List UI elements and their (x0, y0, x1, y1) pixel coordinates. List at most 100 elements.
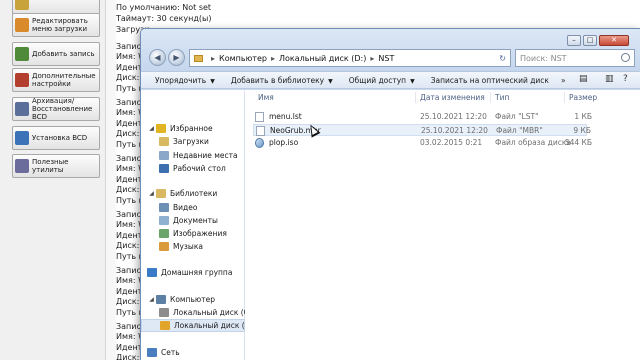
organize-menu[interactable]: Упорядочить ▼ (155, 76, 215, 85)
nav-item-network[interactable]: Сеть (141, 346, 245, 359)
side-button-add-entry[interactable]: Добавить запись (12, 42, 100, 66)
nav-item-music[interactable]: Музыка (141, 240, 245, 253)
homegroup-icon (147, 268, 157, 277)
side-button-useful-utilities[interactable]: Полезные утилиты (12, 154, 100, 178)
column-header-type[interactable]: Тип (495, 93, 509, 102)
drive-c-icon (159, 308, 169, 317)
side-button-install-bcd[interactable]: Установка BCD (12, 126, 100, 150)
column-divider[interactable] (415, 92, 416, 103)
file-type: Файл "MBR" (496, 126, 543, 135)
disc-image-icon (255, 138, 264, 148)
file-icon (256, 126, 265, 136)
close-button[interactable]: ✕ (599, 35, 629, 46)
column-header-size[interactable]: Размер (569, 93, 597, 102)
share-menu[interactable]: Общий доступ ▼ (349, 76, 415, 85)
nav-item-downloads-folder[interactable]: Загрузки (141, 135, 245, 148)
breadcrumb-drive-d[interactable]: Локальный диск (D:) (279, 54, 366, 63)
dropdown-arrow-icon: ▼ (328, 77, 333, 85)
help-icon[interactable]: ? (623, 74, 628, 84)
side-button-backup-bcd[interactable]: Архивация/Восстановление BCD (12, 97, 100, 121)
nav-item-pictures[interactable]: Изображения (141, 227, 245, 240)
nav-item-homegroup[interactable]: Домашняя группа (141, 266, 245, 279)
maximize-button[interactable]: □ (583, 35, 597, 46)
burn-disc-button[interactable]: Записать на оптический диск (431, 76, 549, 85)
info-text-line: Запис (116, 210, 141, 219)
view-options-icon[interactable]: ▤ (579, 74, 588, 84)
back-button[interactable]: ◀ (149, 49, 166, 66)
drive-d-icon (160, 321, 170, 330)
nav-item-drive-c[interactable]: Локальный диск (C (141, 306, 245, 319)
side-button-label: Дополнительные настройки (32, 72, 96, 88)
file-date: 03.02.2015 0:21 (420, 138, 483, 147)
search-placeholder: Поиск: NST (520, 53, 567, 63)
nav-item-label: Изображения (173, 229, 227, 238)
back-arrow-icon: ◀ (154, 53, 161, 62)
file-name: plop.iso (269, 138, 299, 147)
network-icon (147, 348, 157, 357)
dropdown-arrow-icon: ▼ (210, 77, 215, 85)
video-icon (159, 203, 169, 212)
computer-icon (156, 295, 166, 304)
breadcrumb-separator-icon: ▸ (270, 53, 275, 63)
side-button-label: Добавить запись (32, 50, 95, 58)
nav-item-label: Библиотеки (170, 189, 218, 198)
side-button-edit-boot-menu[interactable]: Редактировать меню загрузки (12, 13, 100, 37)
file-row[interactable]: plop.iso 03.02.2015 0:21 Файл образа диска… (253, 137, 592, 149)
nav-item-label: Рабочий стол (173, 164, 226, 173)
column-divider[interactable] (490, 92, 491, 103)
expand-arrow-icon[interactable]: ◢ (147, 296, 156, 303)
nav-item-star[interactable]: ◢ Избранное (141, 122, 245, 135)
file-type: Файл "LST" (495, 112, 539, 121)
nav-item-documents[interactable]: Документы (141, 214, 245, 227)
nav-item-drive-d[interactable]: Локальный диск (D (141, 319, 245, 332)
file-icon (255, 112, 264, 122)
column-header-name[interactable]: Имя (258, 93, 274, 102)
file-date: 25.10.2021 12:20 (421, 126, 488, 135)
file-size: 1 КБ (574, 112, 592, 121)
column-divider[interactable] (564, 92, 565, 103)
explorer-window: – □ ✕ ◀ ▶ ▸ Компьютер ▸ Локальный диск (… (140, 28, 640, 360)
add-to-library-menu[interactable]: Добавить в библиотеку ▼ (231, 76, 333, 85)
desktop-icon (159, 164, 169, 173)
file-row[interactable]: NeoGrub.mbr 25.10.2021 12:20 Файл "MBR" 9 К… (253, 124, 591, 136)
forward-button[interactable]: ▶ (168, 49, 185, 66)
nav-item-desktop[interactable]: Рабочий стол (141, 162, 245, 175)
preview-pane-icon[interactable]: ▥ (605, 74, 614, 84)
more-commands-button[interactable]: » (561, 76, 566, 85)
search-icon (621, 53, 630, 62)
info-text-line: По умолчанию: Not set (116, 3, 212, 12)
nav-item-label: Видео (173, 203, 198, 212)
nav-item-video[interactable]: Видео (141, 201, 245, 214)
library-icon (156, 189, 166, 198)
breadcrumb-nst[interactable]: NST (378, 54, 394, 63)
expand-arrow-icon[interactable]: ◢ (147, 125, 156, 132)
column-header-date[interactable]: Дата изменения (420, 93, 485, 102)
background-app-divider (106, 0, 116, 360)
minimize-button[interactable]: – (567, 35, 581, 46)
forward-arrow-icon: ▶ (173, 53, 180, 62)
breadcrumb-computer[interactable]: Компьютер (219, 54, 267, 63)
nav-item-label: Музыка (173, 242, 203, 251)
file-row[interactable]: menu.lst 25.10.2021 12:20 Файл "LST" 1 КБ (253, 111, 592, 123)
downloads-folder-icon (159, 137, 169, 146)
address-bar[interactable]: ▸ Компьютер ▸ Локальный диск (D:) ▸ NST … (189, 49, 511, 67)
nav-item-label: Домашняя группа (161, 268, 233, 277)
folder-icon (194, 54, 203, 62)
expand-arrow-icon[interactable]: ◢ (147, 190, 156, 197)
info-text-line: Запис (116, 98, 141, 107)
nav-item-label: Недавние места (173, 151, 238, 160)
file-list: Имя Дата изменения Тип Размер menu.lst 25… (245, 90, 640, 360)
nav-item-computer[interactable]: ◢ Компьютер (141, 293, 245, 306)
nav-item-label: Загрузки (173, 137, 209, 146)
nav-item-label: Локальный диск (D (174, 321, 245, 330)
breadcrumb-separator-icon: ▸ (370, 53, 375, 63)
explorer-titlebar: – □ ✕ ◀ ▶ ▸ Компьютер ▸ Локальный диск (… (141, 29, 640, 73)
side-button-label: Редактировать меню загрузки (32, 17, 88, 33)
search-box[interactable]: Поиск: NST (515, 49, 635, 67)
refresh-icon[interactable]: ↻ (499, 54, 506, 63)
nav-item-recent-places[interactable]: Недавние места (141, 149, 245, 162)
nav-item-library[interactable]: ◢ Библиотеки (141, 187, 245, 200)
edit-menu-icon (15, 18, 29, 32)
file-date: 25.10.2021 12:20 (420, 112, 487, 121)
side-button-advanced-settings[interactable]: Дополнительные настройки (12, 68, 100, 92)
